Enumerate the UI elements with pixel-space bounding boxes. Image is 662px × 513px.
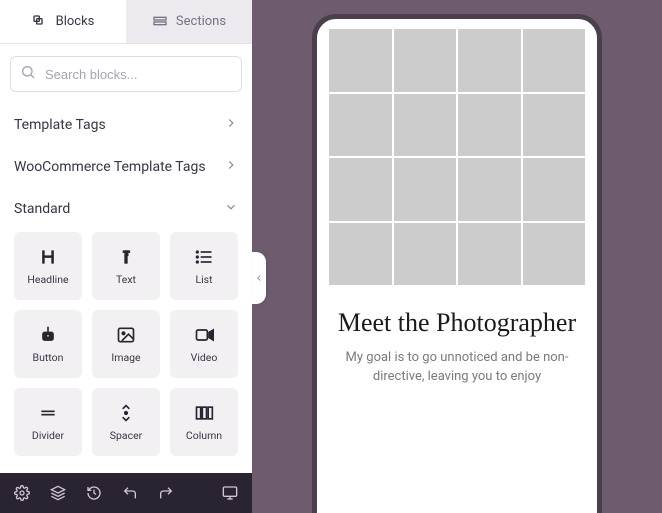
block-label: Button xyxy=(33,351,64,364)
gallery-cell xyxy=(458,94,521,157)
block-list[interactable]: List xyxy=(170,232,238,300)
history-button[interactable] xyxy=(86,485,102,501)
block-label: List xyxy=(195,273,212,286)
block-label: Headline xyxy=(27,273,68,286)
block-label: Divider xyxy=(32,429,64,442)
redo-icon xyxy=(158,485,174,501)
undo-icon xyxy=(122,485,138,501)
desktop-icon xyxy=(222,485,238,501)
chevron-right-icon xyxy=(224,116,238,134)
block-video[interactable]: Video xyxy=(170,310,238,378)
accordion-label: Template Tags xyxy=(14,117,106,133)
accordion-woocommerce[interactable]: WooCommerce Template Tags xyxy=(4,146,248,188)
collapse-sidebar-button[interactable] xyxy=(252,252,266,304)
panel-tabs: Blocks Sections xyxy=(0,0,252,44)
gallery-cell xyxy=(329,29,392,92)
gallery-cell xyxy=(458,158,521,221)
accordion-standard[interactable]: Standard xyxy=(4,188,248,230)
layers-icon xyxy=(50,485,66,501)
image-gallery xyxy=(317,19,597,285)
mobile-frame: Meet the Photographer My goal is to go u… xyxy=(312,14,602,513)
block-image[interactable]: Image xyxy=(92,310,160,378)
chevron-left-icon xyxy=(254,273,264,283)
footer-toolbar xyxy=(0,473,252,513)
preview-heading: Meet the Photographer xyxy=(317,285,597,348)
list-icon xyxy=(194,247,214,267)
button-icon xyxy=(38,325,58,345)
settings-button[interactable] xyxy=(14,485,30,501)
block-spacer[interactable]: Spacer xyxy=(92,388,160,456)
gallery-cell xyxy=(523,223,586,286)
accordion: Template Tags WooCommerce Template Tags … xyxy=(0,104,252,473)
preview-canvas: Meet the Photographer My goal is to go u… xyxy=(252,0,662,513)
gallery-cell xyxy=(394,223,457,286)
block-divider[interactable]: Divider xyxy=(14,388,82,456)
gallery-cell xyxy=(394,29,457,92)
gallery-cell xyxy=(523,158,586,221)
gallery-cell xyxy=(458,223,521,286)
tab-sections-label: Sections xyxy=(176,14,226,29)
gallery-cell xyxy=(523,29,586,92)
block-label: Spacer xyxy=(110,429,142,442)
tab-blocks[interactable]: Blocks xyxy=(0,0,126,43)
search-input[interactable] xyxy=(10,56,242,92)
spacer-icon xyxy=(116,403,136,423)
video-icon xyxy=(194,325,214,345)
block-label: Image xyxy=(111,351,140,364)
accordion-label: WooCommerce Template Tags xyxy=(14,159,206,175)
gallery-cell xyxy=(458,29,521,92)
blocks-icon xyxy=(32,14,48,30)
gallery-cell xyxy=(394,158,457,221)
preview-body-text: My goal is to go unnoticed and be non-di… xyxy=(317,348,597,387)
sidebar: Blocks Sections Template Tags WooCommerc… xyxy=(0,0,252,513)
block-label: Video xyxy=(191,351,218,364)
gallery-cell xyxy=(329,158,392,221)
gallery-cell xyxy=(329,223,392,286)
text-icon xyxy=(116,247,136,267)
undo-button[interactable] xyxy=(122,485,138,501)
gallery-cell xyxy=(329,94,392,157)
headline-icon xyxy=(38,247,58,267)
search-icon xyxy=(20,64,36,84)
block-grid: Headline Text List Button Image Video xyxy=(4,230,248,470)
layers-button[interactable] xyxy=(50,485,66,501)
chevron-down-icon xyxy=(224,200,238,218)
image-icon xyxy=(116,325,136,345)
redo-button[interactable] xyxy=(158,485,174,501)
chevron-right-icon xyxy=(224,158,238,176)
block-headline[interactable]: Headline xyxy=(14,232,82,300)
block-button[interactable]: Button xyxy=(14,310,82,378)
gallery-cell xyxy=(394,94,457,157)
tab-blocks-label: Blocks xyxy=(56,14,95,29)
sections-icon xyxy=(152,14,168,30)
tab-sections[interactable]: Sections xyxy=(126,0,252,43)
gallery-cell xyxy=(523,94,586,157)
block-label: Text xyxy=(116,273,136,286)
block-label: Column xyxy=(186,429,222,442)
divider-icon xyxy=(38,403,58,423)
block-text[interactable]: Text xyxy=(92,232,160,300)
accordion-label: Standard xyxy=(14,201,70,217)
accordion-template-tags[interactable]: Template Tags xyxy=(4,104,248,146)
history-icon xyxy=(86,485,102,501)
search-wrap xyxy=(0,44,252,104)
column-icon xyxy=(194,403,214,423)
block-column[interactable]: Column xyxy=(170,388,238,456)
gear-icon xyxy=(14,485,30,501)
preview-button[interactable] xyxy=(222,485,238,501)
